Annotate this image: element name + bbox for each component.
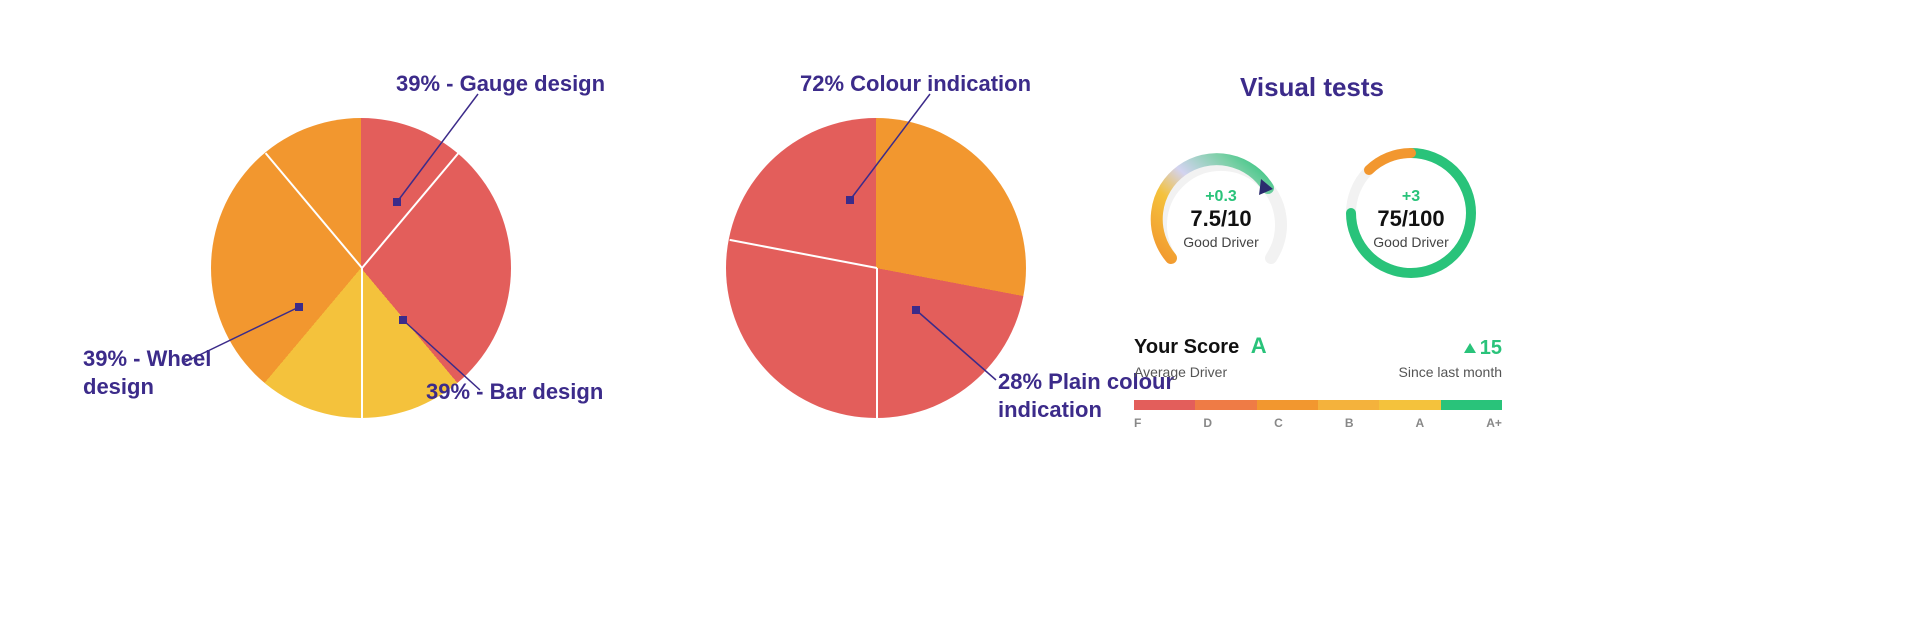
gauge1-delta: +0.3 <box>1141 188 1301 206</box>
tick-c: C <box>1274 416 1283 430</box>
pie-a-label-gauge: 39% - Gauge design <box>396 70 605 98</box>
tick-ap: A+ <box>1486 416 1502 430</box>
gauge2-delta: +3 <box>1331 188 1491 206</box>
pie-a-label-wheel: 39% - Wheel design <box>83 345 223 400</box>
pie-b-label-colour: 72% Colour indication <box>800 70 1031 98</box>
scorebar-grade: A <box>1251 333 1267 358</box>
leader-dot <box>393 198 401 206</box>
gauge1-sub: Good Driver <box>1141 234 1301 250</box>
visual-tests-panel: Visual tests <box>1122 0 1502 430</box>
leader-dot <box>295 303 303 311</box>
gauge1-score: 7.5/10 <box>1141 206 1301 232</box>
leader-dot <box>912 306 920 314</box>
tick-f: F <box>1134 416 1141 430</box>
scorebar-sub-right: Since last month <box>1399 364 1503 380</box>
scorebar-ticks: F D C B A A+ <box>1134 416 1502 430</box>
gauge-design-sample: +0.3 7.5/10 Good Driver <box>1141 143 1301 283</box>
leader-dot <box>399 316 407 324</box>
scorebar-bar <box>1134 400 1502 410</box>
scorebar-sub-left: Average Driver <box>1134 364 1227 380</box>
scorebar-delta: 15 <box>1480 337 1502 360</box>
gauge2-sub: Good Driver <box>1331 234 1491 250</box>
bar-design-sample: Your Score A 15 Average Driver Since las… <box>1134 333 1502 430</box>
wheel-design-sample: +3 75/100 Good Driver <box>1331 143 1491 283</box>
tick-b: B <box>1345 416 1354 430</box>
tick-a: A <box>1416 416 1425 430</box>
gauge2-score: 75/100 <box>1331 206 1491 232</box>
leader-dot <box>846 196 854 204</box>
gauges-row: +0.3 7.5/10 Good Driver +3 75/100 Good D… <box>1122 143 1502 283</box>
arrow-up-icon <box>1464 343 1476 353</box>
pie-a-label-bar: 39% - Bar design <box>426 378 603 406</box>
panel-title: Visual tests <box>1122 72 1502 103</box>
scorebar-label: Your Score <box>1134 336 1239 358</box>
tick-d: D <box>1203 416 1212 430</box>
